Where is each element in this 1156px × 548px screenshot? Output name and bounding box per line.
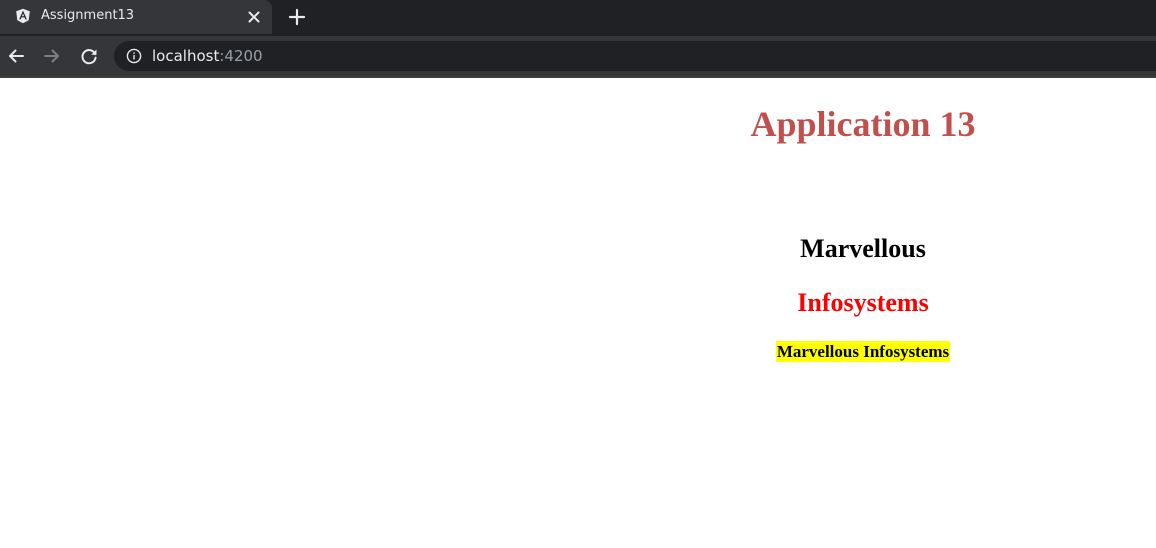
url-host: localhost xyxy=(152,47,220,65)
forward-arrow-icon[interactable] xyxy=(40,44,64,68)
heading-infosystems: Infosystems xyxy=(797,288,929,317)
url-text[interactable]: localhost:4200 xyxy=(152,47,263,65)
tab-strip: Assignment13 xyxy=(0,0,1156,36)
reload-icon[interactable] xyxy=(77,44,101,68)
browser-toolbar: localhost:4200 xyxy=(0,36,1156,76)
close-icon[interactable] xyxy=(244,7,264,27)
page-content: Application 13 Marvellous Infosystems Ma… xyxy=(0,78,1156,548)
url-port: :4200 xyxy=(219,47,263,65)
highlighted-text-row: Marvellous Infosystems xyxy=(578,341,1148,362)
back-arrow-icon[interactable] xyxy=(4,44,28,68)
angular-icon xyxy=(16,8,30,24)
browser-tab[interactable]: Assignment13 xyxy=(0,0,272,34)
heading-marvellous: Marvellous xyxy=(800,234,926,263)
new-tab-plus-icon[interactable] xyxy=(286,6,308,28)
info-icon[interactable] xyxy=(126,48,142,64)
page-title: Application 13 xyxy=(750,104,976,144)
browser-chrome: Assignment13 localhost:4200 xyxy=(0,0,1156,78)
tab-title: Assignment13 xyxy=(41,8,135,23)
address-bar[interactable]: localhost:4200 xyxy=(114,41,1156,71)
highlighted-text: Marvellous Infosystems xyxy=(775,341,951,362)
